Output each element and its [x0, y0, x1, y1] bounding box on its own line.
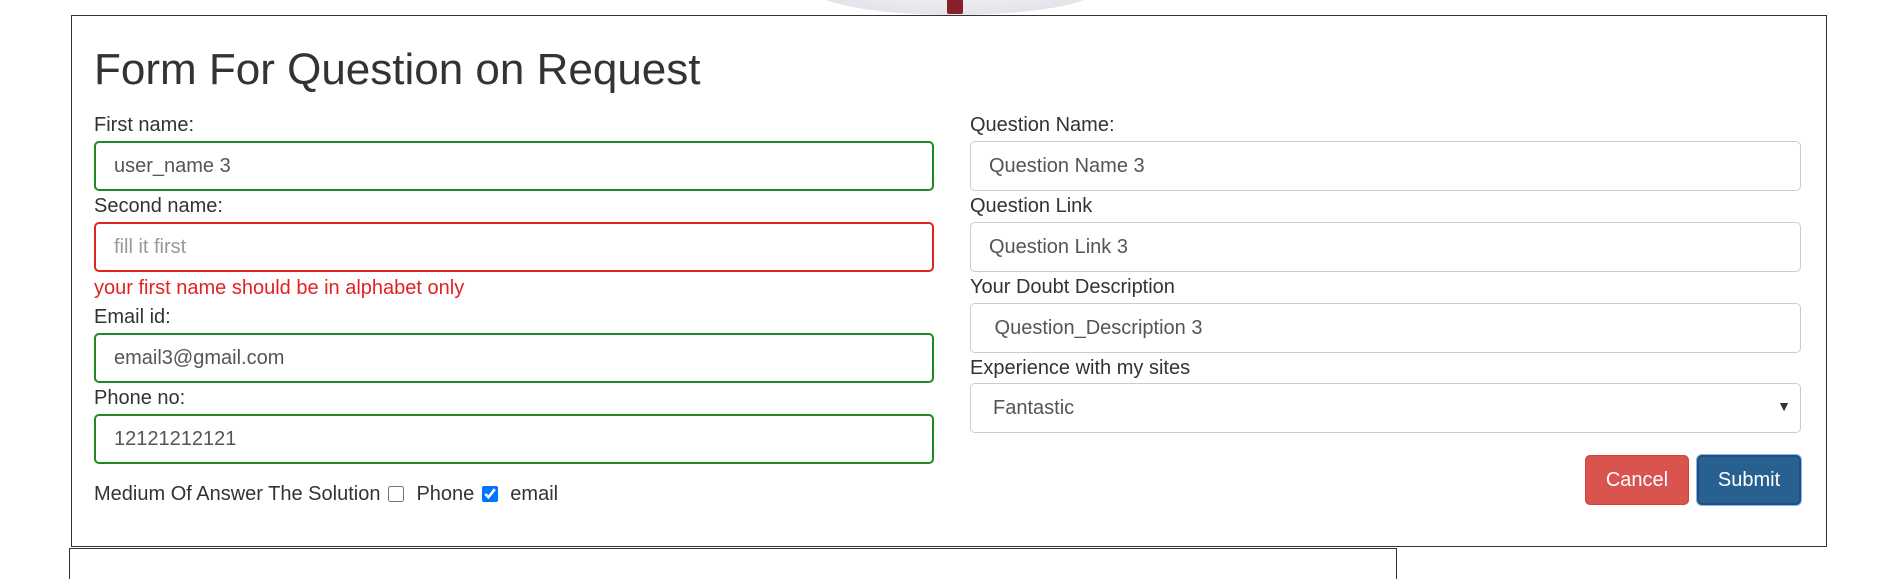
doubt-description-input[interactable]	[970, 303, 1801, 353]
experience-label: Experience with my sites	[970, 357, 1191, 379]
second-name-input[interactable]	[94, 222, 934, 272]
experience-select-wrapper: Fantastic ▼	[970, 383, 1801, 433]
question-name-input[interactable]	[970, 141, 1801, 191]
email-input[interactable]	[94, 333, 934, 383]
first-name-label: First name:	[94, 114, 195, 136]
question-link-input[interactable]	[970, 222, 1801, 272]
second-name-error: your first name should be in alphabet on…	[94, 277, 465, 299]
form-title: Form For Question on Request	[94, 45, 701, 94]
phone-option-label: Phone	[416, 483, 475, 505]
answer-medium-group: Medium Of Answer The Solution Phone emai…	[94, 482, 558, 506]
answer-medium-label: Medium Of Answer The Solution	[94, 483, 381, 505]
experience-select[interactable]: Fantastic	[970, 383, 1801, 433]
email-checkbox[interactable]	[482, 486, 499, 502]
phone-input[interactable]	[94, 414, 934, 464]
header-image	[810, 0, 1100, 15]
header-image-accent	[947, 0, 963, 14]
question-name-label: Question Name:	[970, 114, 1115, 136]
doubt-description-label: Your Doubt Description	[970, 276, 1175, 298]
first-name-input[interactable]	[94, 141, 934, 191]
lower-table-edge	[69, 548, 1397, 579]
submit-button[interactable]: Submit	[1697, 455, 1801, 505]
question-link-label: Question Link	[970, 195, 1093, 217]
cancel-button[interactable]: Cancel	[1585, 455, 1689, 505]
phone-label: Phone no:	[94, 387, 186, 409]
email-option-label: email	[510, 483, 559, 505]
email-label: Email id:	[94, 306, 171, 328]
second-name-label: Second name:	[94, 195, 223, 217]
phone-checkbox[interactable]	[388, 486, 405, 502]
